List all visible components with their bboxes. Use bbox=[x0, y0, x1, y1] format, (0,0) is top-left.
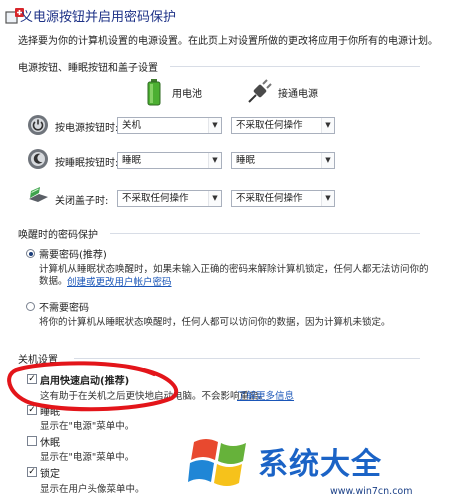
laptop-lid-icon bbox=[29, 187, 48, 202]
no-password-label[interactable]: 不需要密码 bbox=[39, 299, 89, 314]
sleep-button-label: 按睡眠按钮时: bbox=[55, 158, 119, 169]
power-button-plugged-select[interactable]: 不采取任何操作 ▼ bbox=[231, 117, 335, 134]
annotation-circle bbox=[7, 361, 179, 412]
no-password-desc: 将你的计算机从睡眠状态唤醒时，任何人都可以访问你的数据，因为计算机未锁定。 bbox=[39, 317, 391, 328]
chevron-down-icon: ▼ bbox=[321, 118, 334, 133]
page-title: 义电源按钮并启用密码保护 bbox=[20, 10, 177, 25]
windows-logo-icon bbox=[188, 439, 246, 486]
password-section-heading: 唤醒时的密码保护 bbox=[18, 230, 98, 241]
sleep-button-battery-select[interactable]: 睡眠 ▼ bbox=[117, 152, 222, 169]
plugged-column-label: 接通电源 bbox=[278, 89, 318, 100]
lock-option-desc: 显示在用户头像菜单中。 bbox=[40, 484, 145, 495]
watermark-url: www.win7cn.com bbox=[330, 486, 413, 497]
sleep-button-icon bbox=[28, 149, 48, 169]
lock-option-label[interactable]: 锁定 bbox=[40, 465, 60, 480]
lid-close-plugged-select[interactable]: 不采取任何操作 ▼ bbox=[231, 190, 335, 207]
sleep-option-desc: 显示在"电源"菜单中。 bbox=[40, 421, 135, 432]
no-password-radio[interactable] bbox=[26, 302, 35, 311]
lid-close-label: 关闭盖子时: bbox=[55, 196, 109, 207]
divider bbox=[170, 66, 420, 67]
buttons-section-heading: 电源按钮、睡眠按钮和盖子设置 bbox=[18, 63, 158, 74]
require-password-label[interactable]: 需要密码(推荐) bbox=[39, 246, 107, 261]
require-password-desc-line1: 计算机从睡眠状态唤醒时，如果未输入正确的密码来解除计算机锁定，任何人都无法访问你… bbox=[39, 264, 429, 275]
power-button-battery-select[interactable]: 关机 ▼ bbox=[117, 117, 222, 134]
battery-column-label: 用电池 bbox=[172, 89, 202, 100]
hibernate-option-desc: 显示在"电源"菜单中。 bbox=[40, 452, 135, 463]
divider bbox=[110, 233, 420, 234]
learn-more-link[interactable]: 了解更多信息 bbox=[237, 388, 294, 402]
require-password-radio[interactable] bbox=[26, 249, 35, 258]
chevron-down-icon: ▼ bbox=[208, 118, 221, 133]
power-button-icon bbox=[28, 115, 48, 135]
sleep-button-plugged-select[interactable]: 睡眠 ▼ bbox=[231, 152, 335, 169]
change-password-link[interactable]: 创建或更改用户帐户密码 bbox=[67, 274, 172, 288]
watermark-brand: 系统大全 bbox=[258, 447, 382, 482]
battery-icon bbox=[147, 79, 161, 106]
plug-icon bbox=[248, 79, 272, 103]
chevron-down-icon: ▼ bbox=[321, 191, 334, 206]
chevron-down-icon: ▼ bbox=[208, 153, 221, 168]
hibernate-option-label[interactable]: 休眠 bbox=[40, 434, 60, 449]
chevron-down-icon: ▼ bbox=[208, 191, 221, 206]
lock-checkbox[interactable]: ✓ bbox=[27, 467, 37, 477]
hibernate-checkbox[interactable] bbox=[27, 436, 37, 446]
power-button-label: 按电源按钮时: bbox=[55, 123, 119, 134]
page-description: 选择要为你的计算机设置的电源设置。在此页上对设置所做的更改将应用于你所有的电源计… bbox=[18, 36, 438, 47]
require-password-desc-line2: 数据。 bbox=[39, 276, 68, 287]
chevron-down-icon: ▼ bbox=[321, 153, 334, 168]
lid-close-battery-select[interactable]: 不采取任何操作 ▼ bbox=[117, 190, 222, 207]
